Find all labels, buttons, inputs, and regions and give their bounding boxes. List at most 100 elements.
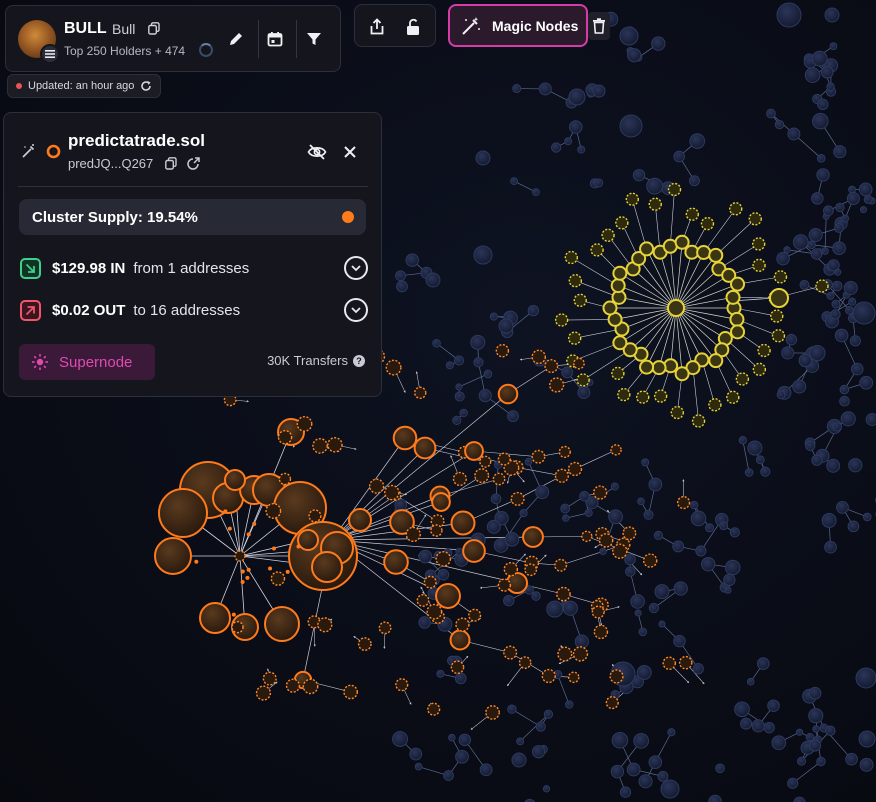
holder-node[interactable] — [729, 527, 740, 538]
cluster-node[interactable] — [610, 278, 626, 294]
cluster-node[interactable] — [581, 530, 593, 543]
holder-node[interactable] — [848, 297, 857, 306]
holder-node[interactable] — [822, 205, 834, 217]
holder-node[interactable] — [690, 510, 707, 527]
holder-node[interactable] — [811, 454, 823, 466]
holder-node[interactable] — [844, 305, 854, 315]
holder-node[interactable] — [795, 728, 804, 736]
cluster-node[interactable] — [617, 387, 631, 402]
cluster-node[interactable] — [392, 425, 418, 451]
holder-node[interactable] — [805, 440, 816, 451]
holder-node[interactable] — [798, 353, 812, 368]
holder-node[interactable] — [546, 600, 564, 618]
cluster-node[interactable] — [278, 472, 292, 486]
external-link-icon[interactable] — [186, 156, 201, 171]
cluster-node[interactable] — [676, 495, 691, 510]
holder-node[interactable] — [740, 717, 753, 730]
cluster-node[interactable] — [662, 656, 677, 671]
holder-node[interactable] — [760, 466, 771, 477]
holder-node[interactable] — [436, 669, 445, 678]
holder-node[interactable] — [836, 500, 849, 514]
holder-node[interactable] — [654, 584, 670, 599]
holder-node[interactable] — [394, 498, 408, 512]
holder-node[interactable] — [611, 731, 629, 749]
holder-node[interactable] — [608, 509, 623, 525]
holder-node[interactable] — [863, 194, 873, 204]
holder-node[interactable] — [531, 591, 541, 601]
holder-node[interactable] — [498, 318, 514, 334]
holder-node[interactable] — [437, 568, 450, 581]
holder-node[interactable] — [459, 408, 468, 418]
holder-node[interactable] — [638, 774, 653, 789]
holder-node[interactable] — [834, 328, 849, 343]
cluster-node[interactable] — [651, 360, 667, 376]
cluster-node[interactable] — [611, 366, 625, 381]
cluster-node[interactable] — [468, 608, 482, 622]
holder-node[interactable] — [812, 112, 829, 130]
holder-node[interactable] — [673, 581, 688, 596]
cluster-node[interactable] — [593, 624, 609, 640]
holder-node[interactable] — [763, 721, 775, 734]
cluster-node[interactable] — [573, 357, 585, 370]
holder-node[interactable] — [747, 440, 763, 456]
holder-node[interactable] — [805, 732, 815, 742]
close-button[interactable] — [340, 142, 360, 162]
cluster-node[interactable] — [667, 182, 682, 197]
cluster-node[interactable] — [541, 668, 556, 684]
cluster-node[interactable] — [296, 415, 313, 432]
cluster-node[interactable] — [423, 575, 437, 589]
cluster-node[interactable] — [224, 469, 246, 491]
help-icon[interactable]: ? — [353, 354, 365, 367]
holder-node[interactable] — [512, 84, 522, 94]
cluster-node[interactable] — [395, 678, 409, 692]
holder-node[interactable] — [592, 84, 606, 98]
holder-node[interactable] — [452, 415, 462, 425]
cluster-node[interactable] — [416, 594, 430, 607]
holder-node[interactable] — [862, 512, 872, 522]
holder-node[interactable] — [829, 42, 838, 51]
holder-node[interactable] — [766, 108, 776, 119]
cluster-node[interactable] — [414, 386, 427, 400]
cluster-node[interactable] — [327, 436, 343, 453]
cluster-node[interactable] — [554, 313, 569, 327]
cluster-node[interactable] — [815, 279, 829, 293]
holder-node[interactable] — [454, 391, 465, 402]
holder-node[interactable] — [692, 663, 704, 675]
holder-node[interactable] — [834, 223, 844, 233]
cluster-node[interactable] — [485, 705, 500, 720]
cluster-node[interactable] — [277, 429, 293, 445]
cluster-node[interactable] — [602, 300, 618, 316]
cluster-node[interactable] — [234, 550, 246, 562]
cluster-node[interactable] — [413, 436, 437, 460]
holder-node[interactable] — [704, 523, 714, 533]
holder-node[interactable] — [831, 280, 843, 292]
holder-node[interactable] — [560, 503, 571, 514]
holder-node[interactable] — [808, 708, 824, 724]
holder-node[interactable] — [646, 177, 663, 195]
holder-node[interactable] — [626, 762, 641, 777]
holder-node[interactable] — [634, 609, 642, 617]
cluster-node[interactable] — [591, 605, 605, 619]
cluster-node[interactable] — [431, 492, 451, 512]
holder-node[interactable] — [504, 532, 520, 547]
cluster-node[interactable] — [497, 452, 511, 466]
holder-node[interactable] — [865, 413, 876, 426]
holder-node[interactable] — [738, 436, 747, 445]
cluster-node[interactable] — [497, 383, 519, 405]
cluster-node[interactable] — [285, 678, 301, 693]
cluster-node[interactable] — [576, 373, 590, 387]
cluster-node[interactable] — [312, 437, 328, 454]
holder-node[interactable] — [804, 67, 821, 83]
holder-node[interactable] — [551, 142, 562, 153]
cluster-node[interactable] — [450, 660, 465, 675]
cluster-node[interactable] — [564, 250, 579, 265]
holder-node[interactable] — [532, 188, 540, 197]
holder-node[interactable] — [848, 458, 863, 473]
holder-node[interactable] — [719, 521, 729, 531]
holder-node[interactable] — [511, 752, 527, 768]
holder-node[interactable] — [565, 700, 574, 709]
cluster-node[interactable] — [462, 539, 486, 563]
cluster-node[interactable] — [302, 678, 319, 695]
holder-node[interactable] — [519, 508, 528, 518]
holder-node[interactable] — [579, 490, 590, 502]
